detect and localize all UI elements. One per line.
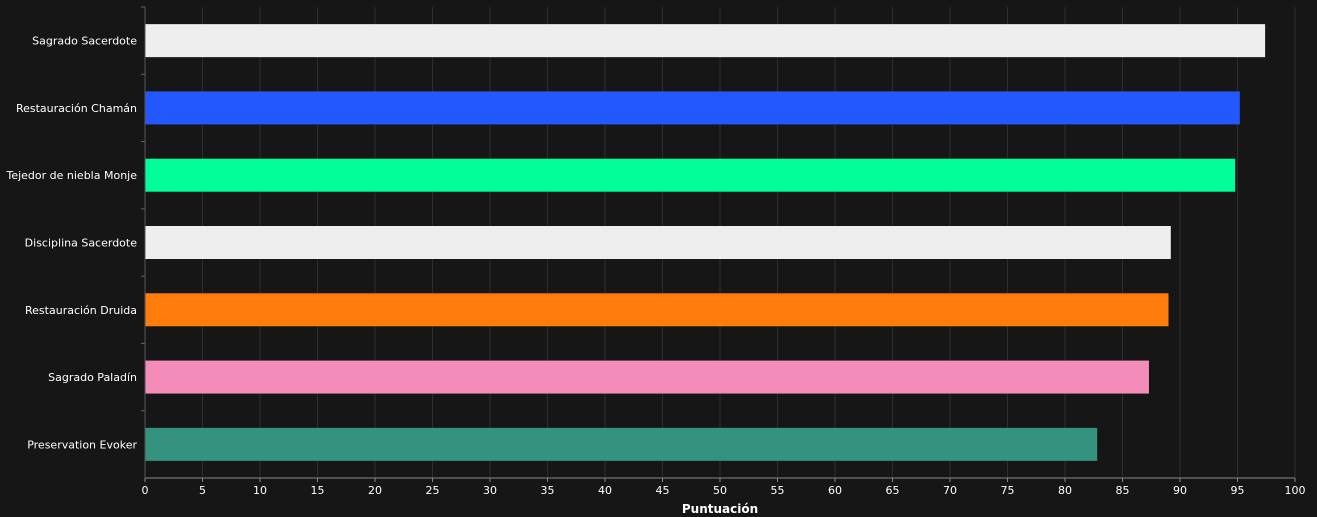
x-axis: 0 5 10 15 20 25 30 35 40 45 50 55 60 65 70 75 80 85 90 95 10… [142,477,1306,497]
x-tick-label: 45 [656,484,670,497]
x-tick-label: 60 [828,484,842,497]
x-tick-label: 30 [483,484,497,497]
x-tick-label: 40 [598,484,612,497]
x-tick-label: 90 [1173,484,1187,497]
x-tick-label: 85 [1116,484,1130,497]
bar [145,360,1149,394]
y-axis: Sagrado Sacerdote Restauración Chamán Teje… [5,6,146,478]
x-tick-label: 0 [142,484,149,497]
category-label: Restauración Chamán [16,102,137,115]
x-tick-label: 65 [886,484,900,497]
bars [145,24,1266,461]
x-tick-label: 20 [368,484,382,497]
x-tick-label: 15 [311,484,325,497]
x-tick-label: 5 [199,484,206,497]
category-label: Disciplina Sacerdote [25,237,138,250]
category-label: Sagrado Paladín [48,371,137,384]
x-tick-label: 95 [1231,484,1245,497]
bar-chart: Sagrado Sacerdote Restauración Chamán Teje… [5,6,1306,516]
category-label: Restauración Druida [25,304,137,317]
bar [145,91,1240,125]
bar [145,226,1171,259]
bar [145,427,1098,461]
category-label: Tejedor de niebla Monje [5,169,137,182]
x-tick-label: 35 [541,484,555,497]
x-tick-label: 55 [771,484,785,497]
category-label: Sagrado Sacerdote [32,35,137,48]
x-tick-label: 80 [1058,484,1072,497]
bar [145,158,1236,192]
bar [145,293,1169,327]
x-tick-label: 75 [1001,484,1015,497]
x-axis-title: Puntuación [682,502,758,516]
x-tick-label: 100 [1285,484,1306,497]
x-tick-label: 70 [943,484,957,497]
bar [145,24,1266,58]
x-tick-label: 25 [426,484,440,497]
category-label: Preservation Evoker [27,438,137,451]
x-tick-label: 50 [713,484,727,497]
x-tick-label: 10 [253,484,267,497]
